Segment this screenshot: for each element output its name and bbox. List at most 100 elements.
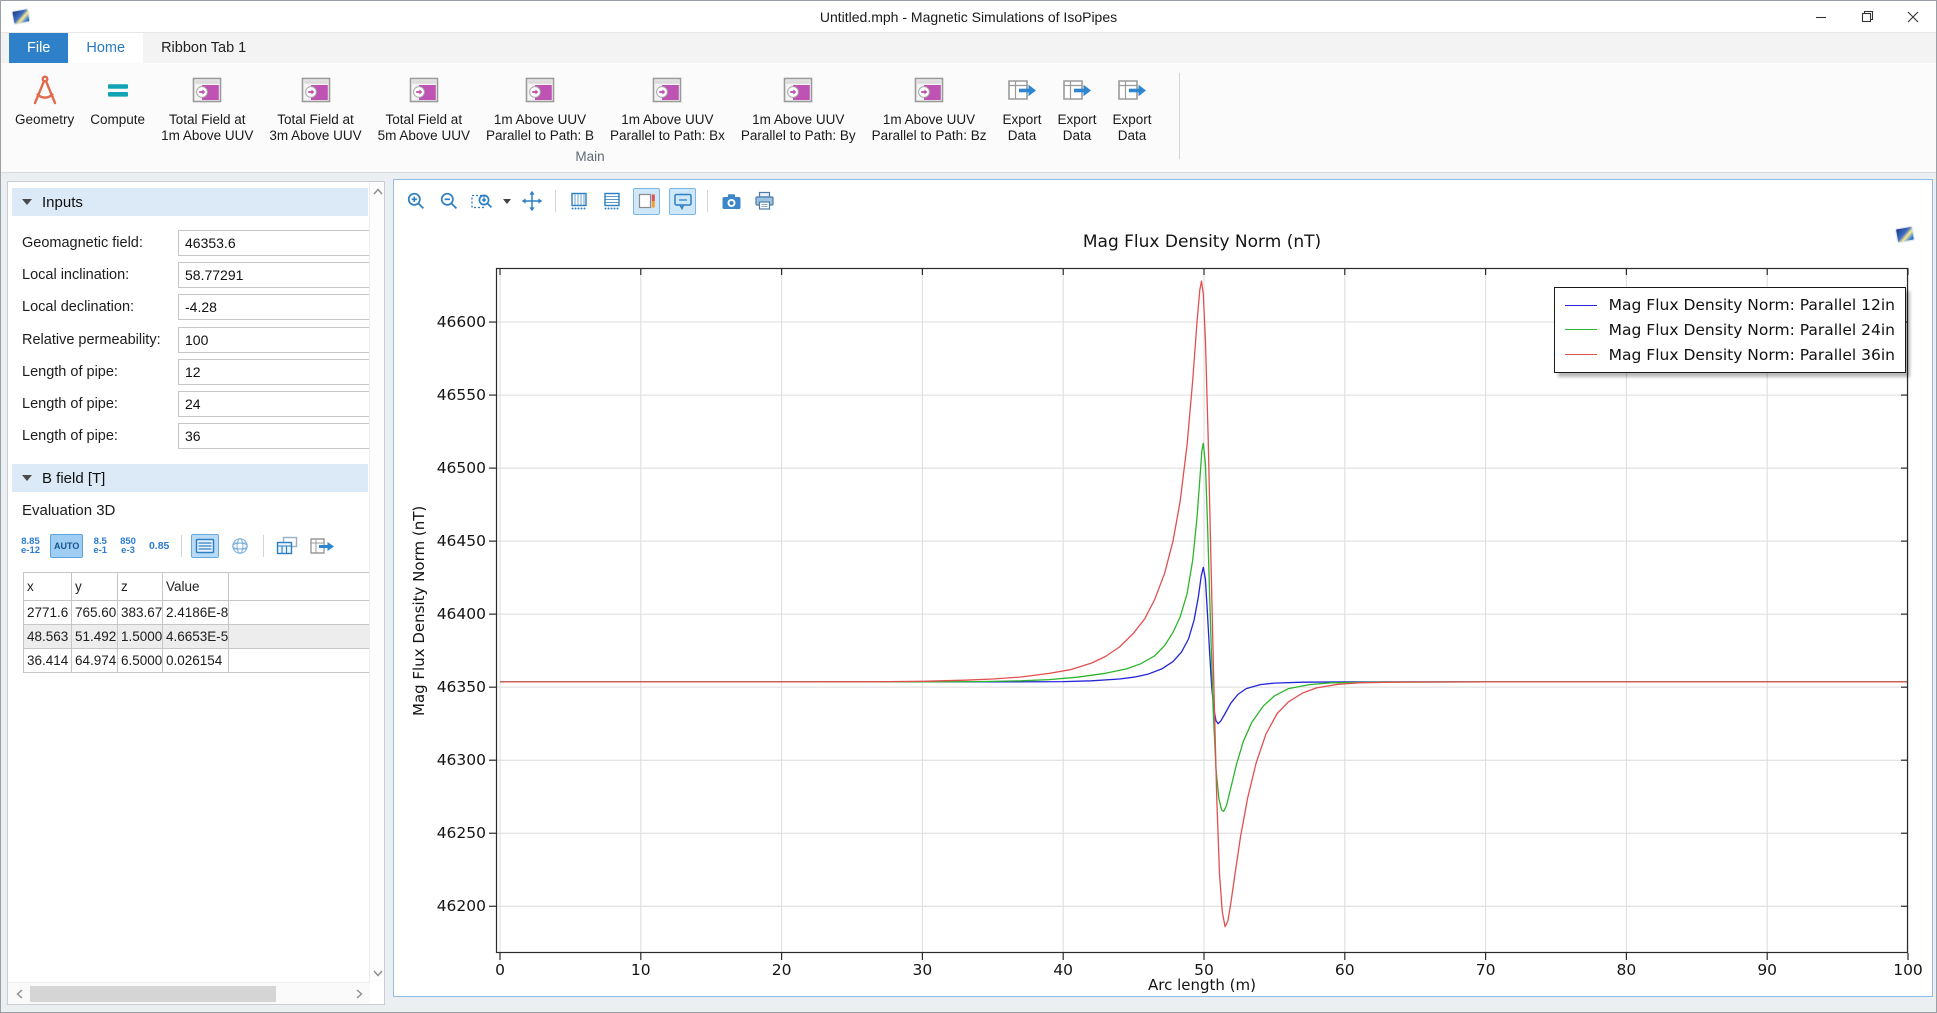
grid-x-icon [569, 191, 589, 211]
compute-button[interactable]: Compute [82, 67, 153, 128]
fmt-decimal-button[interactable]: 0.85 [146, 533, 172, 559]
y-tick-label: 46400 [414, 605, 486, 623]
table-row[interactable]: 36.41464.9746.50000.026154 [24, 649, 371, 673]
scroll-right-icon[interactable] [348, 984, 370, 1004]
zoom-extents-button[interactable] [520, 189, 544, 213]
zoom-box-button[interactable] [470, 189, 494, 213]
zoom-extents-icon [521, 190, 543, 212]
x-grid-button[interactable] [567, 189, 591, 213]
field-input[interactable] [178, 423, 370, 449]
field-input[interactable] [178, 359, 370, 385]
plot-thumbnail-icon[interactable] [1892, 224, 1918, 246]
zoom-out-button[interactable] [437, 189, 461, 213]
field-input[interactable] [178, 391, 370, 417]
sphere-view-button[interactable] [226, 534, 254, 558]
y-grid-button[interactable] [600, 189, 624, 213]
scroll-left-icon[interactable] [8, 984, 30, 1004]
x-tick-label: 0 [470, 961, 530, 979]
table-cell [229, 625, 371, 649]
x-tick-label: 60 [1315, 961, 1375, 979]
plot-window-icon [192, 73, 222, 107]
scroll-down-icon[interactable] [371, 966, 384, 980]
collapse-triangle-icon [22, 475, 32, 481]
table-row[interactable]: 48.56351.4921.50004.6653E-5 [24, 625, 371, 649]
export-data-2-button[interactable]: ExportData [1049, 67, 1104, 144]
table-header-cell: x [24, 573, 72, 601]
parallel-by-button[interactable]: 1m Above UUVParallel to Path: By [733, 67, 864, 144]
horizontal-scrollbar[interactable] [8, 982, 370, 1004]
zoom-box-icon [471, 191, 493, 211]
table-row[interactable]: 2771.6765.60383.672.4186E-8 [24, 601, 371, 625]
minimize-button[interactable] [1798, 1, 1844, 32]
snapshot-button[interactable] [719, 189, 743, 213]
legend-toggle-button[interactable] [633, 188, 660, 215]
plot-window-icon [409, 73, 439, 107]
camera-icon [721, 192, 742, 211]
legend-line-sample [1565, 354, 1597, 355]
plot-window-icon [652, 73, 682, 107]
y-tick-label: 46350 [414, 678, 486, 696]
scrollbar-thumb[interactable] [30, 986, 276, 1002]
fmt-si-button[interactable]: 850e-3 [117, 534, 139, 559]
table-header-row: xyzValue [24, 573, 371, 601]
ribbon-button-label: ExportData [1113, 112, 1152, 144]
field-input[interactable] [178, 327, 370, 353]
y-tick-label: 46500 [414, 459, 486, 477]
print-button[interactable] [752, 189, 776, 213]
parallel-bz-button[interactable]: 1m Above UUVParallel to Path: Bz [864, 67, 995, 144]
field-input[interactable] [178, 230, 370, 256]
zoom-box-dropdown-caret[interactable] [503, 199, 511, 204]
zoom-in-icon [406, 191, 426, 211]
legend-label: Mag Flux Density Norm: Parallel 24in [1609, 321, 1895, 339]
x-tick-label: 30 [892, 961, 952, 979]
plot-window-icon [914, 73, 944, 107]
field-input[interactable] [178, 262, 370, 288]
tab-ribbon-tab-1[interactable]: Ribbon Tab 1 [143, 33, 264, 63]
inputs-section-title: Inputs [42, 194, 83, 211]
fmt-engineering-button[interactable]: 8.5e-1 [90, 534, 110, 559]
parallel-bx-button[interactable]: 1m Above UUVParallel to Path: Bx [602, 67, 733, 144]
legend-icon [637, 191, 657, 211]
zoom-in-button[interactable] [404, 189, 428, 213]
globe-icon [230, 536, 250, 556]
fmt-auto-button[interactable]: AUTO [50, 534, 83, 558]
printer-icon [754, 191, 775, 211]
x-tick-label: 10 [611, 961, 671, 979]
restore-button[interactable] [1844, 1, 1890, 32]
field-input[interactable] [178, 294, 370, 320]
zoom-out-icon [439, 191, 459, 211]
y-tick-label: 46550 [414, 386, 486, 404]
bfield-section-header[interactable]: B field [T] [12, 464, 368, 492]
tooltip-toggle-button[interactable] [669, 188, 696, 215]
inputs-section-header[interactable]: Inputs [12, 188, 368, 216]
x-tick-label: 80 [1596, 961, 1656, 979]
table-cell: 48.563 [24, 625, 72, 649]
graphics-toolbar [404, 185, 776, 217]
vertical-scrollbar[interactable] [369, 182, 384, 982]
scroll-up-icon[interactable] [371, 184, 384, 198]
total-field-1m-button[interactable]: Total Field at1m Above UUV [153, 67, 261, 144]
table-cell: 2.4186E-8 [163, 601, 229, 625]
tab-file[interactable]: File [9, 33, 68, 63]
fmt-scientific-button[interactable]: 8.85e-12 [18, 534, 43, 559]
total-field-5m-button[interactable]: Total Field at5m Above UUV [370, 67, 478, 144]
plot-window-icon [301, 73, 331, 107]
table-cell: 2771.6 [24, 601, 72, 625]
parallel-b-button[interactable]: 1m Above UUVParallel to Path: B [478, 67, 602, 144]
new-window-button[interactable] [273, 534, 301, 558]
export-data-1-button[interactable]: ExportData [994, 67, 1049, 144]
geometry-button[interactable]: Geometry [7, 67, 82, 128]
table-view-button[interactable] [191, 534, 219, 558]
table-cell: 0.026154 [163, 649, 229, 673]
export-table-button[interactable] [308, 534, 336, 558]
export-data-3-button[interactable]: ExportData [1105, 67, 1160, 144]
x-tick-label: 50 [1174, 961, 1234, 979]
close-button[interactable] [1890, 1, 1936, 32]
plot-window-icon [525, 73, 555, 107]
y-tick-label: 46300 [414, 751, 486, 769]
table-cell: 6.5000 [118, 649, 163, 673]
tab-home[interactable]: Home [68, 33, 143, 63]
total-field-3m-button[interactable]: Total Field at3m Above UUV [261, 67, 369, 144]
ribbon-separator [1179, 73, 1180, 159]
legend-label: Mag Flux Density Norm: Parallel 12in [1609, 296, 1895, 314]
